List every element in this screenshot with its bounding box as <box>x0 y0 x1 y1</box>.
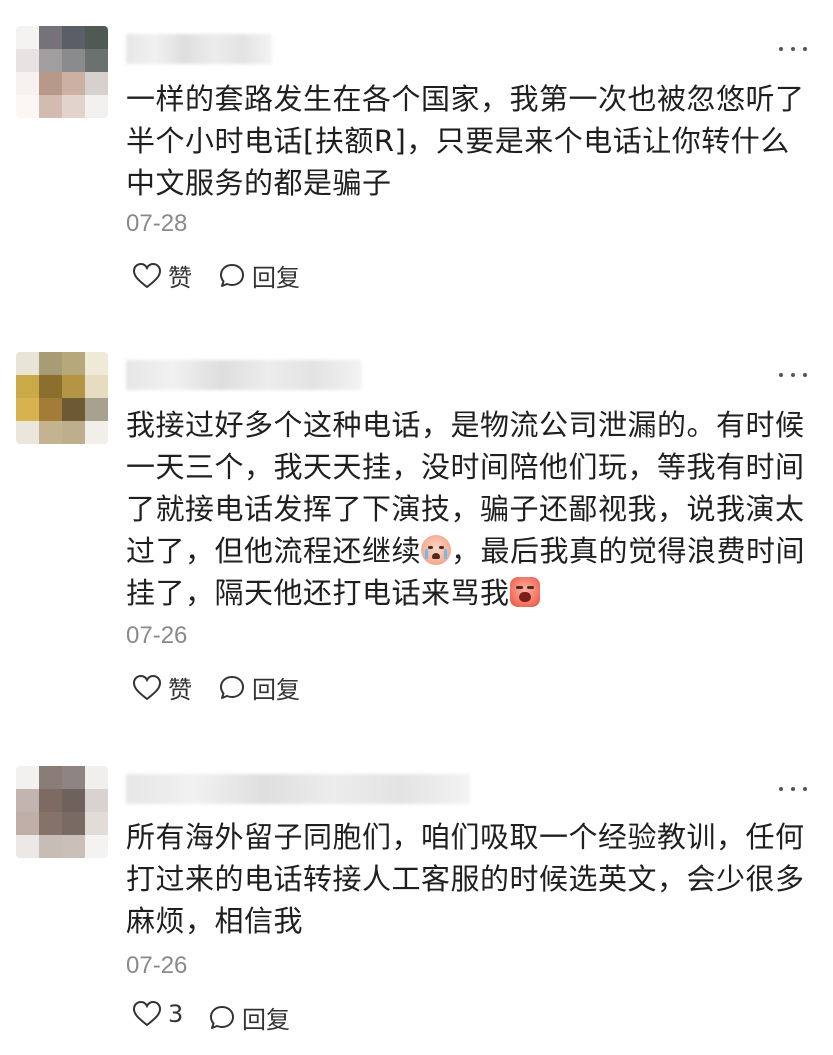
avatar-pixel <box>62 835 85 858</box>
heart-icon <box>132 262 162 288</box>
avatar-pixel <box>39 766 62 789</box>
like-button[interactable]: 3 <box>132 1000 183 1028</box>
avatar-pixel <box>39 375 62 398</box>
more-icon[interactable] <box>779 371 807 379</box>
avatar-pixel <box>85 352 108 375</box>
avatar-pixel <box>85 421 108 444</box>
avatar-pixel <box>85 95 108 118</box>
avatar-pixel <box>85 72 108 95</box>
avatar-pixel <box>16 26 39 49</box>
avatar-pixel <box>85 789 108 812</box>
avatar-pixel <box>62 789 85 812</box>
heart-icon <box>132 674 162 700</box>
avatar-pixel <box>16 766 39 789</box>
avatar-pixel <box>39 398 62 421</box>
like-button[interactable]: 赞 <box>132 258 192 293</box>
avatar-pixel <box>16 95 39 118</box>
reply-button[interactable]: 回复 <box>218 670 300 705</box>
comment-text: 所有海外留子同胞们，咱们吸取一个经验教训，任何打过来的电话转接人工客服的时候选英… <box>126 820 805 938</box>
username-blurred[interactable] <box>126 774 470 804</box>
avatar-pixel <box>85 766 108 789</box>
avatar-pixel <box>16 812 39 835</box>
avatar-pixel <box>85 398 108 421</box>
avatar-pixel <box>62 812 85 835</box>
avatar-pixel <box>16 375 39 398</box>
avatar-pixel <box>85 835 108 858</box>
comment-date: 07-26 <box>126 622 188 649</box>
avatar-pixel <box>39 421 62 444</box>
avatar-pixel <box>62 375 85 398</box>
avatar[interactable] <box>16 352 108 444</box>
avatar-pixel <box>39 835 62 858</box>
username-blurred[interactable] <box>126 34 272 64</box>
avatar-pixel <box>16 398 39 421</box>
avatar-pixel <box>16 789 39 812</box>
avatar-pixel <box>62 26 85 49</box>
avatar-pixel <box>16 72 39 95</box>
avatar-pixel <box>39 72 62 95</box>
avatar-pixel <box>62 421 85 444</box>
like-label: 赞 <box>168 264 192 292</box>
heart-icon <box>132 1000 162 1027</box>
like-count: 3 <box>168 1000 184 1028</box>
avatar[interactable] <box>16 26 108 118</box>
avatar-pixel <box>85 812 108 835</box>
avatar-pixel <box>39 49 62 72</box>
avatar-pixel <box>39 352 62 375</box>
avatar-pixel <box>39 789 62 812</box>
reply-button[interactable]: 回复 <box>218 258 300 293</box>
comment-text: 我接过好多个这种电话，是物流公司泄漏的。有时候一天三个，我天天挂，没时间陪他们玩… <box>126 404 813 614</box>
avatar-pixel <box>39 95 62 118</box>
avatar-pixel <box>16 421 39 444</box>
comment-text: 一样的套路发生在各个国家，我第一次也被忽悠听了半个小时电话[扶额R]，只要是来个… <box>126 82 805 200</box>
reply-label: 回复 <box>252 676 300 704</box>
avatar-pixel <box>62 398 85 421</box>
like-label: 赞 <box>168 676 192 704</box>
reply-label: 回复 <box>242 1006 290 1034</box>
avatar-pixel <box>85 375 108 398</box>
like-button[interactable]: 赞 <box>132 670 192 705</box>
comment-bubble-icon <box>220 675 244 699</box>
angry-emoji <box>509 577 540 607</box>
avatar-pixel <box>62 49 85 72</box>
comment-date: 07-26 <box>126 952 188 979</box>
more-icon[interactable] <box>779 785 807 793</box>
avatar-pixel <box>16 352 39 375</box>
avatar-pixel <box>16 835 39 858</box>
more-icon[interactable] <box>779 45 807 53</box>
avatar-pixel <box>85 49 108 72</box>
username-blurred[interactable] <box>126 360 362 390</box>
avatar-pixel <box>62 72 85 95</box>
avatar-pixel <box>16 49 39 72</box>
avatar[interactable] <box>16 766 108 858</box>
crying-emoji <box>421 535 452 565</box>
reply-button[interactable]: 回复 <box>208 1000 290 1035</box>
avatar-pixel <box>39 26 62 49</box>
comment-date: 07-28 <box>126 210 188 237</box>
avatar-pixel <box>62 95 85 118</box>
avatar-pixel <box>62 352 85 375</box>
avatar-pixel <box>39 812 62 835</box>
reply-label: 回复 <box>252 264 300 292</box>
avatar-pixel <box>62 766 85 789</box>
avatar-pixel <box>85 26 108 49</box>
comment-bubble-icon <box>220 263 244 287</box>
comment-bubble-icon <box>210 1005 234 1029</box>
